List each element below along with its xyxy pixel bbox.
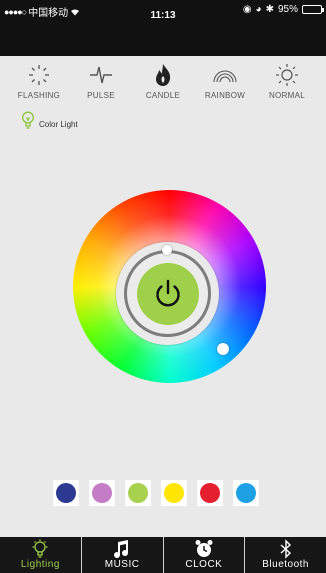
mode-label: CANDLE [145, 91, 181, 100]
color-picker-knob[interactable] [217, 343, 229, 355]
mode-label: NORMAL [268, 91, 306, 100]
bulb-icon [32, 539, 48, 558]
tab-label: CLOCK [185, 559, 223, 570]
swatch-lime[interactable] [125, 480, 151, 506]
tab-label: Lighting [20, 559, 60, 570]
swatch-dot [200, 483, 220, 503]
color-light-header: Color Light [21, 110, 78, 129]
battery-icon [302, 5, 324, 14]
swatch-navy[interactable] [53, 480, 79, 506]
lock-rotation-icon: ◉ [242, 4, 252, 15]
brightness-knob[interactable] [162, 245, 172, 255]
mode-candle[interactable]: CANDLE [132, 62, 194, 104]
bluetooth-icon [280, 539, 291, 559]
tab-bluetooth[interactable]: Bluetooth [244, 537, 326, 573]
tab-bar: Lighting MUSIC CLOCK Bluetooth [0, 537, 326, 573]
tab-label: MUSIC [104, 559, 140, 570]
music-note-icon [114, 540, 129, 559]
bluetooth-status-icon: ✱ [265, 4, 274, 15]
mode-pulse[interactable]: PULSE [70, 62, 132, 104]
flashing-icon [29, 65, 49, 85]
swatch-dot [164, 483, 184, 503]
pulse-icon [90, 66, 112, 84]
battery-percent: 95% [277, 4, 298, 15]
power-button[interactable] [137, 263, 199, 325]
tab-lighting[interactable]: Lighting [0, 537, 81, 573]
preset-swatches [53, 480, 259, 506]
alarm-icon: ◕ [255, 4, 262, 15]
swatch-dot [236, 483, 256, 503]
swatch-red[interactable] [197, 480, 223, 506]
alarm-clock-icon [195, 540, 213, 557]
mode-label: FLASHING [17, 91, 61, 100]
mode-label: RAINBOW [204, 91, 246, 100]
rainbow-icon [213, 70, 237, 83]
bulb-icon [22, 111, 34, 129]
status-right: ◉ ◕ ✱ 95% [242, 4, 324, 15]
mode-flashing[interactable]: FLASHING [8, 62, 70, 104]
tab-clock[interactable]: CLOCK [162, 537, 245, 573]
tab-label: Bluetooth [262, 559, 309, 570]
candle-icon [156, 64, 171, 86]
swatch-yellow[interactable] [161, 480, 187, 506]
swatch-orchid[interactable] [89, 480, 115, 506]
swatch-sky-blue[interactable] [233, 480, 259, 506]
swatch-dot [56, 483, 76, 503]
mode-label: PULSE [87, 91, 115, 100]
color-light-label: Color Light [39, 120, 78, 129]
mode-rainbow[interactable]: RAINBOW [194, 62, 256, 104]
mode-bar: FLASHING PULSE CANDLE RAINBOW NORMAL [0, 62, 326, 104]
normal-sun-icon [276, 64, 298, 86]
swatch-dot [128, 483, 148, 503]
tab-music[interactable]: MUSIC [80, 537, 163, 573]
swatch-dot [92, 483, 112, 503]
power-icon [156, 279, 180, 307]
status-bar: ●●●●○ 中国移动 11:13 ◉ ◕ ✱ 95% [0, 0, 326, 56]
mode-normal[interactable]: NORMAL [256, 62, 318, 104]
